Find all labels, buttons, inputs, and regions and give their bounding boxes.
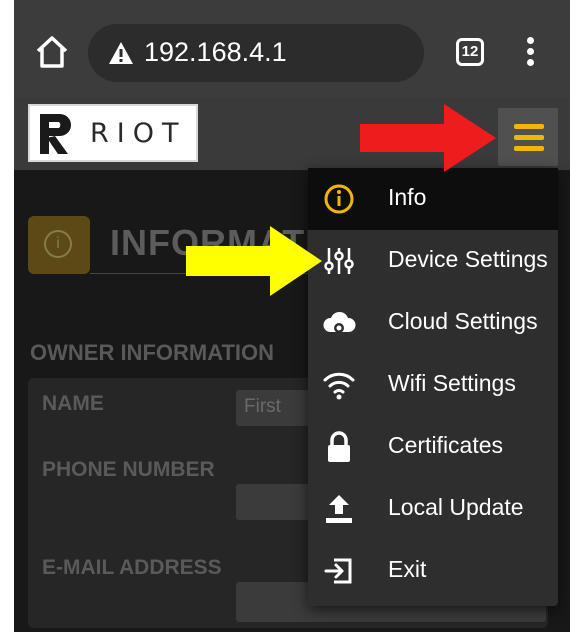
browser-toolbar: 192.168.4.1 12 bbox=[14, 0, 570, 98]
wifi-icon bbox=[323, 372, 355, 400]
menu-item-label: Device Settings bbox=[388, 246, 548, 272]
menu-item-certificates[interactable]: Certificates bbox=[308, 416, 558, 478]
menu-item-exit[interactable]: Exit bbox=[308, 540, 558, 602]
hamburger-menu-button[interactable] bbox=[498, 108, 558, 166]
exit-icon bbox=[324, 558, 352, 584]
hamburger-bar-icon bbox=[514, 124, 544, 129]
menu-item-wifi-settings[interactable]: Wifi Settings bbox=[308, 354, 558, 416]
name-label: NAME bbox=[42, 392, 104, 415]
cloud-gear-icon bbox=[323, 311, 356, 333]
red-arrow-annotation bbox=[360, 104, 496, 172]
phone-screen: 192.168.4.1 12 RIOT i INFORMATI OWNER IN… bbox=[14, 0, 570, 632]
menu-item-device-settings[interactable]: Device Settings bbox=[308, 230, 558, 292]
menu-item-label: Local Update bbox=[388, 494, 524, 520]
menu-item-label: Wifi Settings bbox=[388, 370, 516, 396]
more-options-button[interactable] bbox=[524, 37, 536, 71]
info-icon bbox=[324, 184, 354, 214]
home-icon bbox=[36, 36, 68, 68]
menu-item-info[interactable]: Info bbox=[308, 168, 558, 230]
url-text: 192.168.4.1 bbox=[144, 37, 287, 67]
kebab-dot-icon bbox=[526, 59, 534, 66]
nav-dropdown-menu: Info Device Settings Cloud Settings Wifi… bbox=[308, 168, 558, 606]
tab-switcher-button[interactable]: 12 bbox=[456, 38, 484, 66]
hamburger-bar-icon bbox=[514, 146, 544, 151]
email-label: E-MAIL ADDRESS bbox=[42, 556, 222, 579]
sliders-icon bbox=[324, 248, 354, 274]
menu-item-local-update[interactable]: Local Update bbox=[308, 478, 558, 540]
name-placeholder: First bbox=[244, 396, 281, 417]
upload-icon bbox=[326, 495, 352, 523]
hamburger-bar-icon bbox=[514, 135, 544, 140]
riot-logo[interactable]: RIOT bbox=[28, 104, 198, 162]
logo-text: RIOT bbox=[90, 118, 187, 149]
page-info-badge: i bbox=[28, 216, 90, 274]
menu-item-cloud-settings[interactable]: Cloud Settings bbox=[308, 292, 558, 354]
menu-item-label: Certificates bbox=[388, 432, 504, 458]
riot-logo-mark bbox=[40, 114, 71, 154]
home-button[interactable] bbox=[32, 32, 72, 72]
yellow-arrow-annotation bbox=[186, 226, 322, 296]
phone-label: PHONE NUMBER bbox=[42, 458, 215, 481]
section-heading: OWNER INFORMATION bbox=[30, 340, 275, 365]
lock-icon bbox=[328, 431, 350, 462]
address-bar[interactable]: 192.168.4.1 bbox=[88, 24, 424, 82]
warning-icon bbox=[109, 42, 133, 64]
kebab-dot-icon bbox=[526, 48, 534, 55]
menu-item-label: Exit bbox=[388, 556, 427, 582]
menu-item-label: Cloud Settings bbox=[388, 308, 538, 334]
info-icon: i bbox=[44, 230, 72, 258]
menu-item-label: Info bbox=[388, 184, 427, 210]
kebab-dot-icon bbox=[526, 37, 534, 44]
